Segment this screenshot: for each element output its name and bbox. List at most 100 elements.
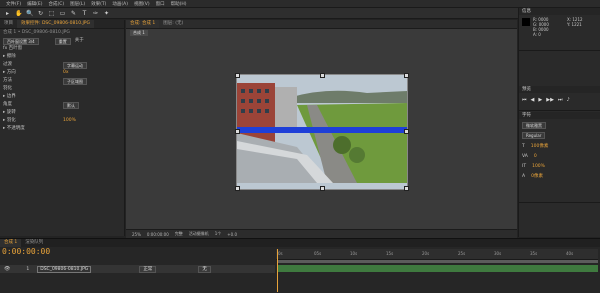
font-size-value[interactable]: 100像素	[531, 142, 549, 152]
ruler-tick: 20s	[422, 251, 430, 256]
baseline-value[interactable]: 0像素	[531, 172, 543, 182]
menu-effect[interactable]: 效果(T)	[91, 1, 106, 7]
timeline-tabs: 合成 1 渲染队列	[0, 239, 600, 247]
layer-number: 1	[26, 266, 30, 272]
first-frame-icon[interactable]: ⏮	[522, 97, 527, 103]
transform-handle[interactable]	[404, 73, 409, 78]
tracking-icon: VA	[522, 154, 528, 159]
brush-tool-icon[interactable]: ✑	[92, 10, 99, 17]
zoom-tool-icon[interactable]: 🔍	[26, 10, 33, 17]
tab-layer[interactable]: 图层: (无)	[159, 20, 187, 28]
transform-handle[interactable]	[404, 186, 409, 191]
property-row[interactable]: 方法 子区域图	[3, 77, 124, 85]
character-panel: 字符 微软雅黑 Regular T 100像素 VA 0 IT 100% A 0像素	[519, 112, 600, 203]
work-area-bar[interactable]	[277, 260, 598, 263]
property-row[interactable]: ▸ 边界	[3, 93, 124, 101]
rectangle-tool-icon[interactable]: ▭	[59, 10, 66, 17]
current-time[interactable]: 0:00:00:00	[147, 232, 169, 237]
composition-frame[interactable]	[235, 73, 409, 191]
property-row[interactable]: ▸ 擦除	[3, 53, 124, 61]
transform-handle[interactable]	[235, 73, 240, 78]
reset-button[interactable]: 重置	[54, 37, 71, 45]
layer-name[interactable]: DSC_09806-0810.JPG	[37, 265, 92, 273]
property-row[interactable]: ▸ 不透明度	[3, 125, 124, 133]
play-icon[interactable]: ▶	[538, 97, 542, 103]
effect-controls-panel: 项目 效果控件: DSC_09806-0810.JPG 合成 1 • DSC_0…	[0, 20, 125, 236]
baseline-icon: A	[522, 174, 526, 179]
tab-effect-controls[interactable]: 效果控件: DSC_09806-0810.JPG	[17, 20, 95, 28]
camera-tool-icon[interactable]: ⬚	[48, 10, 55, 17]
property-row[interactable]: 过渡 字幕运动	[3, 61, 124, 69]
info-coords: X: 1212 Y: 1221	[567, 17, 583, 27]
scale-value[interactable]: 100%	[532, 162, 545, 172]
info-panel: 信息 R: 0000 G: 0000 B: 0000 A: 0 X: 1212 …	[519, 8, 600, 51]
visibility-icon[interactable]: 👁	[4, 266, 10, 272]
menu-edit[interactable]: 编辑(E)	[27, 1, 42, 7]
audio-icon[interactable]: ♪	[566, 97, 569, 103]
layer-duration-bar[interactable]	[277, 265, 598, 272]
menu-view[interactable]: 视图(V)	[134, 1, 150, 7]
property-row[interactable]: ▸ 旋转	[3, 109, 124, 117]
tab-composition[interactable]: 合成: 合成 1	[126, 20, 160, 28]
property-row[interactable]: fx 百叶窗	[3, 45, 124, 53]
menu-window[interactable]: 窗口	[156, 1, 165, 7]
property-row[interactable]: ▸ 羽化 100%	[3, 117, 124, 125]
tab-render-queue[interactable]: 渲染队列	[21, 239, 47, 247]
time-ruler[interactable]: 0s 05s 10s 15s 20s 25s 30s 35s 40s	[276, 249, 598, 260]
blend-mode-select[interactable]: 正常	[139, 265, 157, 273]
hand-tool-icon[interactable]: ✋	[15, 10, 22, 17]
layer-row[interactable]: 👁 1 DSC_09806-0810.JPG 正常 无	[0, 265, 275, 273]
transform-handle[interactable]	[320, 73, 325, 78]
info-rgba: R: 0000 G: 0000 B: 0000 A: 0	[533, 17, 549, 37]
last-frame-icon[interactable]: ⏭	[558, 97, 563, 103]
menu-layer[interactable]: 图层(L)	[70, 1, 85, 7]
property-row[interactable]: 羽化	[3, 85, 124, 93]
ruler-tick: 0s	[278, 251, 283, 256]
puppet-tool-icon[interactable]: ✦	[103, 10, 110, 17]
resolution-select[interactable]: 完整	[175, 231, 183, 237]
left-panel-tabs: 项目 效果控件: DSC_09806-0810.JPG	[0, 20, 124, 29]
tab-comp-1[interactable]: 合成 1	[0, 239, 22, 247]
camera-select[interactable]: 活动摄像机	[189, 231, 209, 237]
transform-handle[interactable]	[320, 186, 325, 191]
effect-crumb: 合成 1 • DSC_09806-0810.JPG	[3, 30, 70, 35]
color-swatch	[522, 18, 530, 26]
tab-project[interactable]: 项目	[0, 20, 17, 28]
rotate-tool-icon[interactable]: ↻	[37, 10, 44, 17]
playhead[interactable]	[277, 249, 278, 292]
menu-animation[interactable]: 动画(A)	[112, 1, 128, 7]
parent-select[interactable]: 无	[198, 265, 211, 273]
preview-controls: ⏮ ◀ ▶ ▶▶ ⏭ ♪	[519, 93, 600, 107]
magnification-select[interactable]: 25%	[132, 232, 141, 237]
effect-name[interactable]: 百叶窗设置 3/4	[3, 37, 39, 45]
pen-tool-icon[interactable]: ✎	[70, 10, 77, 17]
transform-handle[interactable]	[235, 129, 240, 134]
composition-crumb[interactable]: 合成 1	[130, 30, 148, 36]
transform-handle[interactable]	[235, 186, 240, 191]
menu-file[interactable]: 文件(F)	[6, 1, 21, 7]
font-family-select[interactable]: 微软雅黑	[522, 122, 546, 129]
ruler-tick: 15s	[386, 251, 394, 256]
ruler-tick: 25s	[458, 251, 466, 256]
timeline-current-time[interactable]: 0:00:00:00	[2, 247, 50, 256]
next-frame-icon[interactable]: ▶▶	[546, 97, 554, 103]
preview-panel-title: 预览	[519, 86, 600, 93]
property-row[interactable]: ▸ 方向 0x	[3, 69, 124, 77]
menu-composition[interactable]: 合成(C)	[48, 1, 64, 7]
scale-icon: IT	[522, 164, 527, 169]
viewer-footer: 25% 0:00:00:00 完整 活动摄像机 1个 +0.0	[126, 229, 517, 238]
prev-frame-icon[interactable]: ◀	[531, 97, 535, 103]
tracking-value[interactable]: 0	[534, 152, 537, 162]
font-style-select[interactable]: Regular	[522, 132, 546, 139]
ruler-tick: 05s	[314, 251, 322, 256]
exposure-value[interactable]: +0.0	[227, 232, 237, 237]
about-link[interactable]: 关于	[75, 37, 84, 45]
property-row[interactable]: 角度 默认	[3, 101, 124, 109]
text-tool-icon[interactable]: T	[81, 10, 88, 17]
info-panel-title: 信息	[519, 8, 600, 15]
selection-tool-icon[interactable]: ▸	[4, 10, 11, 17]
views-select[interactable]: 1个	[215, 231, 222, 237]
font-size-icon: T	[522, 144, 525, 149]
menu-help[interactable]: 帮助(H)	[171, 1, 187, 7]
transform-handle[interactable]	[404, 129, 409, 134]
